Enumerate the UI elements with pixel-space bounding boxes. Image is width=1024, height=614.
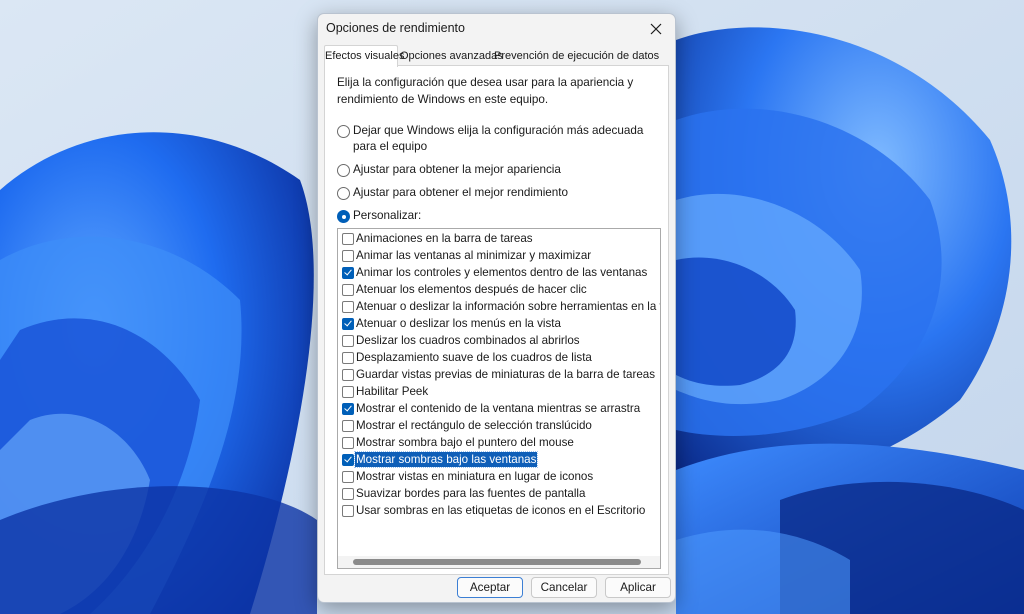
checkbox-checked[interactable] bbox=[342, 454, 354, 466]
checkbox-checked[interactable] bbox=[342, 318, 354, 330]
checkbox[interactable] bbox=[342, 301, 354, 313]
checkbox[interactable] bbox=[342, 250, 354, 262]
checkbox[interactable] bbox=[342, 369, 354, 381]
effect-label: Animaciones en la barra de tareas bbox=[356, 232, 533, 245]
apply-button[interactable]: Aplicar bbox=[605, 577, 671, 598]
effect-label: Suavizar bordes para las fuentes de pant… bbox=[356, 487, 586, 500]
effect-list-item[interactable]: Mostrar sombra bajo el puntero del mouse bbox=[338, 434, 660, 451]
checkbox[interactable] bbox=[342, 437, 354, 449]
effect-list-item[interactable]: Mostrar vistas en miniatura en lugar de … bbox=[338, 468, 660, 485]
effect-list-item[interactable]: Guardar vistas previas de miniaturas de … bbox=[338, 366, 660, 383]
checkbox-checked[interactable] bbox=[342, 267, 354, 279]
checkbox[interactable] bbox=[342, 386, 354, 398]
checkbox[interactable] bbox=[342, 335, 354, 347]
checkbox[interactable] bbox=[342, 352, 354, 364]
horizontal-scrollbar[interactable] bbox=[338, 556, 660, 568]
radio-indicator bbox=[337, 164, 350, 177]
effect-label: Deslizar los cuadros combinados al abrir… bbox=[356, 334, 580, 347]
radio-indicator bbox=[337, 210, 350, 223]
effect-list-item[interactable]: Mostrar el rectángulo de selección trans… bbox=[338, 417, 660, 434]
radio-indicator bbox=[337, 187, 350, 200]
cancel-button[interactable]: Cancelar bbox=[531, 577, 597, 598]
scrollbar-thumb[interactable] bbox=[353, 559, 641, 565]
tab-advanced-options[interactable]: Opciones avanzadas bbox=[400, 47, 503, 65]
effect-list-item[interactable]: Mostrar el contenido de la ventana mient… bbox=[338, 400, 660, 417]
effect-list-item[interactable]: Habilitar Peek bbox=[338, 383, 660, 400]
ok-button[interactable]: Aceptar bbox=[457, 577, 523, 598]
close-icon bbox=[650, 23, 662, 35]
tab-visual-effects[interactable]: Efectos visuales bbox=[324, 45, 404, 67]
effect-list-item[interactable]: Atenuar o deslizar los menús en la vista bbox=[338, 315, 660, 332]
effect-list-item[interactable]: Mostrar sombras bajo las ventanas bbox=[338, 451, 660, 468]
visual-effects-list[interactable]: Animaciones en la barra de tareas Animar … bbox=[337, 228, 661, 569]
radio-label: Personalizar: bbox=[353, 209, 422, 222]
tab-data-execution-prevention[interactable]: Prevención de ejecución de datos bbox=[494, 47, 659, 65]
radio-label: Ajustar para obtener la mejor apariencia bbox=[353, 163, 561, 176]
visual-effects-panel: Elija la configuración que desea usar pa… bbox=[324, 65, 669, 575]
effect-label: Mostrar vistas en miniatura en lugar de … bbox=[356, 470, 594, 483]
checkbox[interactable] bbox=[342, 471, 354, 483]
effect-label: Guardar vistas previas de miniaturas de … bbox=[356, 368, 656, 381]
effect-list-item[interactable]: Suavizar bordes para las fuentes de pant… bbox=[338, 485, 660, 502]
checkbox[interactable] bbox=[342, 420, 354, 432]
effect-list-item[interactable]: Animar las ventanas al minimizar y maxim… bbox=[338, 247, 660, 264]
checkbox-checked[interactable] bbox=[342, 403, 354, 415]
radio-label: Dejar que Windows elija la configuración… bbox=[353, 124, 644, 153]
performance-options-dialog: Opciones de rendimiento Efectos visuales… bbox=[317, 13, 676, 603]
effect-list-item[interactable]: Animar los controles y elementos dentro … bbox=[338, 264, 660, 281]
effect-list-item[interactable]: Atenuar o deslizar la información sobre … bbox=[338, 298, 660, 315]
effect-label: Atenuar o deslizar los menús en la vista bbox=[356, 317, 561, 330]
checkbox[interactable] bbox=[342, 488, 354, 500]
effect-label: Animar las ventanas al minimizar y maxim… bbox=[356, 249, 592, 262]
effect-label: Mostrar sombras bajo las ventanas bbox=[353, 451, 539, 468]
dialog-title: Opciones de rendimiento bbox=[326, 21, 465, 35]
intro-text: Elija la configuración que desea usar pa… bbox=[337, 76, 634, 106]
effect-label: Usar sombras en las etiquetas de iconos … bbox=[356, 504, 646, 517]
effect-label: Atenuar o deslizar la información sobre … bbox=[356, 300, 661, 313]
effect-list-item[interactable]: Atenuar los elementos después de hacer c… bbox=[338, 281, 660, 298]
effect-label: Mostrar el contenido de la ventana mient… bbox=[356, 402, 641, 415]
effect-label: Animar los controles y elementos dentro … bbox=[356, 266, 648, 279]
effect-label: Mostrar sombra bajo el puntero del mouse bbox=[356, 436, 574, 449]
checkbox[interactable] bbox=[342, 233, 354, 245]
checkbox[interactable] bbox=[342, 505, 354, 517]
checkbox[interactable] bbox=[342, 284, 354, 296]
radio-label: Ajustar para obtener el mejor rendimient… bbox=[353, 186, 569, 199]
close-button[interactable] bbox=[641, 17, 671, 41]
effect-label: Habilitar Peek bbox=[356, 385, 429, 398]
effect-list-item[interactable]: Usar sombras en las etiquetas de iconos … bbox=[338, 502, 660, 519]
effect-list-item[interactable]: Animaciones en la barra de tareas bbox=[338, 230, 660, 247]
title-bar[interactable]: Opciones de rendimiento bbox=[318, 14, 675, 44]
effect-label: Atenuar los elementos después de hacer c… bbox=[356, 283, 587, 296]
effect-label: Mostrar el rectángulo de selección trans… bbox=[356, 419, 592, 432]
effect-label: Desplazamiento suave de los cuadros de l… bbox=[356, 351, 592, 364]
effect-list-item[interactable]: Desplazamiento suave de los cuadros de l… bbox=[338, 349, 660, 366]
effect-list-item[interactable]: Deslizar los cuadros combinados al abrir… bbox=[338, 332, 660, 349]
radio-indicator bbox=[337, 125, 350, 138]
